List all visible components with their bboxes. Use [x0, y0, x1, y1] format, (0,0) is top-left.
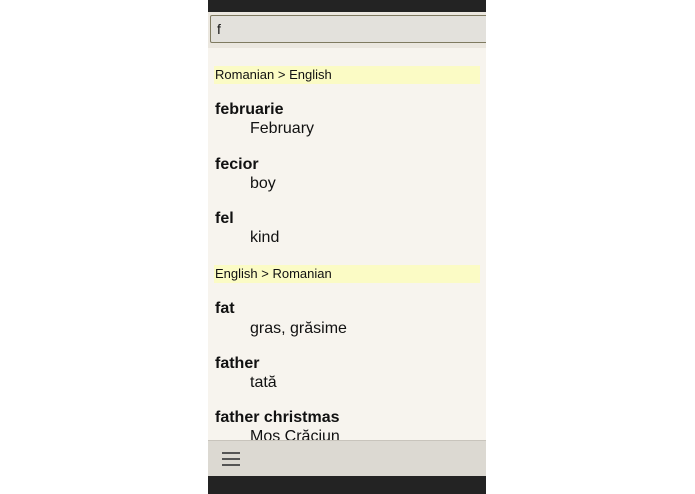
search-bar [208, 12, 486, 48]
entry-word[interactable]: fat [215, 299, 235, 319]
bottom-toolbar [208, 440, 486, 477]
entry-definition: Moș Crăciun [250, 428, 340, 440]
app-window: Romanian > English februarie February fe… [208, 0, 486, 494]
entry-definition: gras, grăsime [250, 320, 347, 337]
entry-definition: boy [250, 175, 276, 192]
hamburger-menu-icon[interactable] [220, 449, 242, 469]
entry-definition: February [250, 120, 315, 137]
results-list[interactable]: Romanian > English februarie February fe… [208, 48, 486, 440]
section-header-romanian-english: Romanian > English [214, 66, 480, 84]
entry-word[interactable]: fel [215, 209, 234, 229]
entry-definition: kind [250, 229, 280, 246]
section-header-english-romanian: English > Romanian [214, 265, 480, 283]
entry-word[interactable]: februarie [215, 100, 283, 120]
search-input[interactable] [210, 15, 486, 43]
entry-word[interactable]: fecior [215, 155, 259, 175]
entry-definition: tată [250, 374, 277, 391]
entry-word[interactable]: father christmas [215, 408, 340, 428]
status-bar [208, 0, 486, 12]
entry-word[interactable]: father [215, 354, 259, 374]
system-navigation-bar [208, 476, 486, 494]
